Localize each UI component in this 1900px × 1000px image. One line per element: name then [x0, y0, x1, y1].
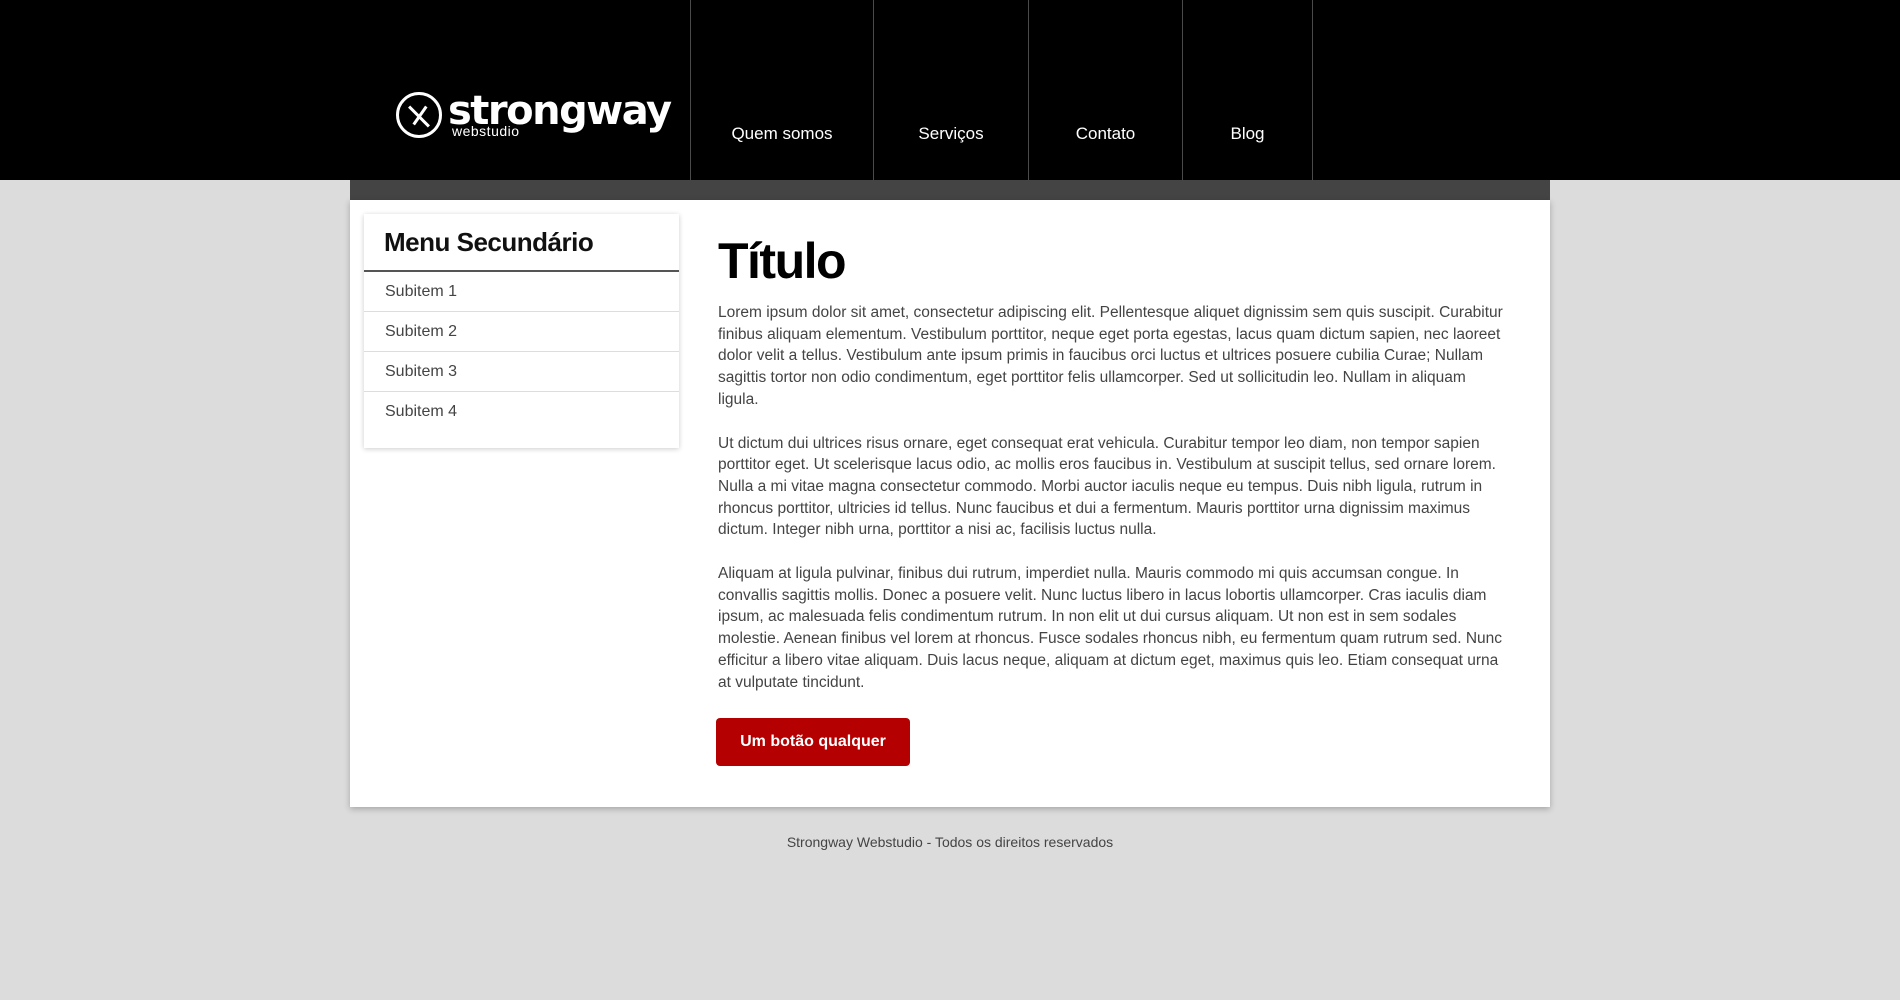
nav-item-quem-somos[interactable]: Quem somos: [690, 0, 873, 180]
content-panel: Menu Secundário Subitem 1 Subitem 2 Subi…: [350, 200, 1550, 807]
secondary-menu-item-4[interactable]: Subitem 4: [364, 392, 679, 432]
logo-text: strongway webstudio: [448, 88, 672, 140]
paragraph-3: Aliquam at ligula pulvinar, finibus dui …: [718, 565, 1503, 691]
nav-item-servicos[interactable]: Serviços: [873, 0, 1028, 180]
secondary-menu-item-3[interactable]: Subitem 3: [364, 352, 679, 392]
nav-item-contato[interactable]: Contato: [1028, 0, 1182, 180]
page-title: Título: [718, 233, 847, 289]
secondary-menu-item-1[interactable]: Subitem 1: [364, 272, 679, 312]
nav-item-blog[interactable]: Blog: [1182, 0, 1313, 180]
secondary-menu-title: Menu Secundário: [364, 214, 679, 272]
paragraph-1: Lorem ipsum dolor sit amet, consectetur …: [718, 304, 1503, 408]
content-top-strip: [350, 180, 1550, 200]
primary-button[interactable]: Um botão qualquer: [716, 718, 910, 767]
logo-tagline: webstudio: [452, 123, 520, 139]
footer-copyright: Strongway Webstudio - Todos os direitos …: [786, 834, 1114, 850]
main-content: Título Lorem ipsum dolor sit amet, conse…: [716, 233, 1508, 767]
secondary-menu-item-2[interactable]: Subitem 2: [364, 312, 679, 352]
logo[interactable]: strongway webstudio: [396, 88, 672, 140]
main-nav: Quem somos Serviços Contato Blog: [690, 0, 1313, 180]
logo-mark-icon: [396, 92, 442, 138]
paragraph-2: Ut dictum dui ultrices risus ornare, ege…: [718, 434, 1496, 539]
site-footer: Strongway Webstudio - Todos os direitos …: [0, 834, 1900, 850]
site-header: strongway webstudio Quem somos Serviços …: [0, 0, 1900, 180]
secondary-menu: Menu Secundário Subitem 1 Subitem 2 Subi…: [364, 214, 679, 448]
